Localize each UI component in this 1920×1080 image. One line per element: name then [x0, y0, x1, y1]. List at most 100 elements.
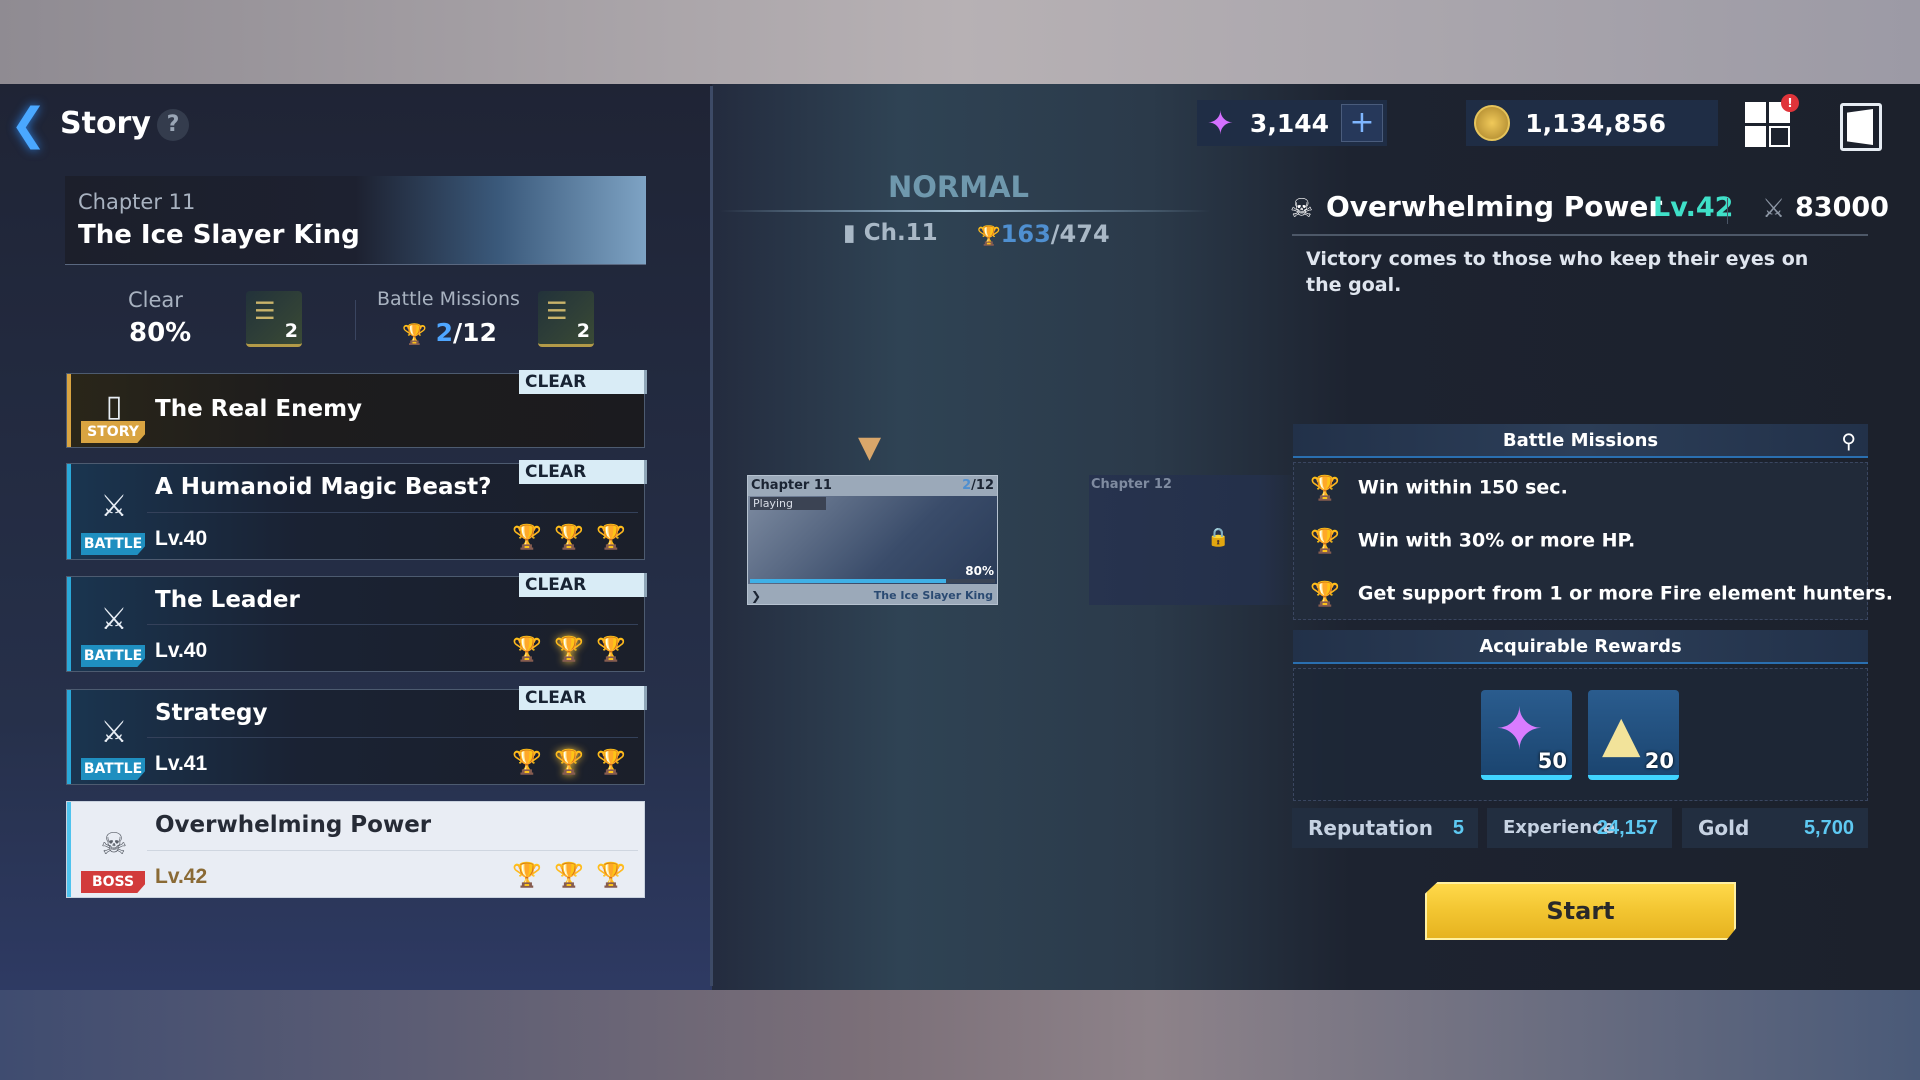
book-icon: ▮	[843, 220, 856, 246]
grid-icon-cell	[1769, 126, 1790, 147]
stage-name: Overwhelming Power	[155, 812, 432, 838]
trophy-row: 🏆 🏆 🏆	[512, 748, 626, 776]
chevron-right-icon: ❯	[751, 589, 762, 603]
recommended-power: 83000	[1795, 192, 1889, 223]
chapter-label: Chapter 11	[78, 190, 196, 214]
stage-level: Lv.40	[155, 527, 208, 550]
node-label: Chapter 11	[751, 478, 832, 493]
missions-label: Battle Missions	[377, 288, 520, 310]
exit-button[interactable]	[1840, 103, 1882, 151]
chapter-node-12-locked[interactable]: Chapter 12 🔒	[1089, 475, 1299, 605]
card-separator	[147, 849, 638, 851]
node-title: The Ice Slayer King	[873, 589, 993, 602]
title-divider	[1727, 198, 1728, 224]
node-progress-label: 80%	[965, 564, 994, 578]
stage-card-battle[interactable]: ⚔ BATTLE A Humanoid Magic Beast? Lv.40 C…	[66, 460, 647, 560]
battle-badge: BATTLE	[81, 645, 145, 667]
trophy-icon: 🏆	[512, 861, 543, 889]
trophy-icon: 🏆	[596, 748, 626, 776]
missions-progress: 🏆 2/12	[402, 318, 497, 347]
missions-done: 2	[435, 318, 454, 347]
crossed-swords-icon: ⚔	[100, 602, 128, 637]
stage-title: Overwhelming Power	[1326, 190, 1663, 223]
trophy-icon-earned: 🏆	[554, 748, 585, 776]
clear-label: Clear	[128, 288, 183, 312]
stage-name: The Leader	[155, 587, 300, 613]
card-separator	[147, 737, 638, 738]
reputation-reward: Reputation 5	[1292, 808, 1478, 848]
trophy-icon: 🏆	[554, 523, 585, 551]
reward-qty: 20	[1644, 749, 1674, 773]
story-badge: STORY	[81, 421, 145, 443]
playing-tag: Playing	[750, 497, 826, 510]
horned-skull-icon: ☠	[1290, 194, 1314, 224]
map-chapter: ▮ Ch.11	[843, 220, 938, 246]
crossed-swords-icon: ⚔	[100, 489, 128, 524]
trophy-icon: 🏆	[512, 748, 543, 776]
node-label: Chapter 12	[1091, 477, 1172, 492]
clear-reward-item[interactable]: ☰ 2	[246, 291, 302, 347]
missions-reward-item[interactable]: ☰ 2	[538, 291, 594, 347]
trophy-icon: 🏆	[977, 225, 1001, 247]
reward-item-gold-dust[interactable]: ▲ 20	[1588, 690, 1679, 780]
chapter-title: The Ice Slayer King	[78, 220, 360, 250]
ticket-icon: ☰	[546, 297, 568, 325]
start-button[interactable]: Start	[1425, 882, 1736, 940]
map-trophy-count: 🏆163/474	[977, 220, 1110, 248]
trophy-icon: 🏆	[1310, 527, 1340, 555]
back-button[interactable]: ❮	[10, 100, 47, 150]
reward-item-gem[interactable]: ✦ 50	[1481, 690, 1572, 780]
gold-coin-icon	[1474, 105, 1510, 141]
trophy-icon: 🏆	[596, 861, 626, 889]
chapter-node-11[interactable]: Chapter 11 2/12 Playing 80% The Ice Slay…	[747, 475, 998, 605]
battle-badge: BATTLE	[81, 758, 145, 780]
start-label: Start	[1546, 897, 1615, 925]
menu-grid-button[interactable]: !	[1745, 94, 1799, 148]
difficulty-underline	[720, 210, 1210, 212]
gold-amount: 1,134,856	[1525, 109, 1666, 138]
stage-card-boss-selected[interactable]: ☠ BOSS Overwhelming Power Lv.42 🏆 🏆 🏆	[66, 801, 645, 898]
trophy-row: 🏆 🏆 🏆	[512, 861, 626, 889]
clear-tag: CLEAR	[519, 686, 647, 710]
clear-tag: CLEAR	[519, 460, 647, 484]
grid-icon-cell	[1745, 126, 1766, 147]
trophy-icon: 🏆	[512, 523, 543, 551]
reward-qty: 50	[1537, 749, 1567, 773]
stage-card-battle[interactable]: ⚔ BATTLE The Leader Lv.40 CLEAR 🏆 🏆 🏆	[66, 573, 647, 672]
trophy-icon: 🏆	[1310, 474, 1340, 502]
stage-level: Lv.42	[1653, 192, 1734, 223]
stage-card-story[interactable]: ▯ STORY The Real Enemy CLEAR	[66, 370, 647, 448]
ticket-icon: ☰	[254, 297, 276, 325]
search-icon[interactable]: ⚲	[1841, 424, 1856, 458]
gem-amount: 3,144	[1249, 109, 1329, 138]
trophy-row: 🏆 🏆 🏆	[512, 635, 626, 663]
add-gems-button[interactable]: +	[1341, 104, 1383, 142]
difficulty-label[interactable]: NORMAL	[888, 170, 1029, 204]
card-separator	[147, 624, 638, 625]
mission-item: 🏆 Win with 30% or more HP.	[1310, 527, 1636, 555]
gold-reward: Gold 5,700	[1682, 808, 1868, 848]
stage-description: Victory comes to those who keep their ey…	[1306, 248, 1809, 296]
panel-divider	[710, 86, 713, 986]
stage-name: A Humanoid Magic Beast?	[155, 474, 492, 500]
help-button[interactable]: ?	[157, 109, 189, 141]
gold-dust-icon: ▲	[1602, 705, 1641, 763]
help-icon: ?	[166, 112, 180, 137]
stage-card-battle[interactable]: ⚔ BATTLE Strategy Lv.41 CLEAR 🏆 🏆 🏆	[66, 686, 647, 785]
lock-icon: 🔒	[1207, 527, 1230, 548]
mission-item: 🏆 Win within 150 sec.	[1310, 474, 1568, 502]
grid-icon	[1745, 102, 1766, 123]
node-image: Playing 80%	[748, 496, 997, 584]
stage-level: Lv.42	[155, 865, 208, 888]
crossed-swords-icon: ⚔	[1762, 194, 1786, 224]
trophy-row: 🏆 🏆 🏆	[512, 523, 626, 551]
battle-badge: BATTLE	[81, 533, 145, 555]
stage-level: Lv.40	[155, 639, 208, 662]
rewards-header: Acquirable Rewards	[1293, 630, 1868, 664]
notification-badge: !	[1781, 94, 1799, 112]
experience-reward: Experience 24,157	[1487, 808, 1672, 848]
stage-name: Strategy	[155, 700, 268, 726]
page-title: Story	[60, 106, 151, 141]
boss-badge: BOSS	[81, 871, 145, 893]
trophy-icon: 🏆	[596, 523, 626, 551]
